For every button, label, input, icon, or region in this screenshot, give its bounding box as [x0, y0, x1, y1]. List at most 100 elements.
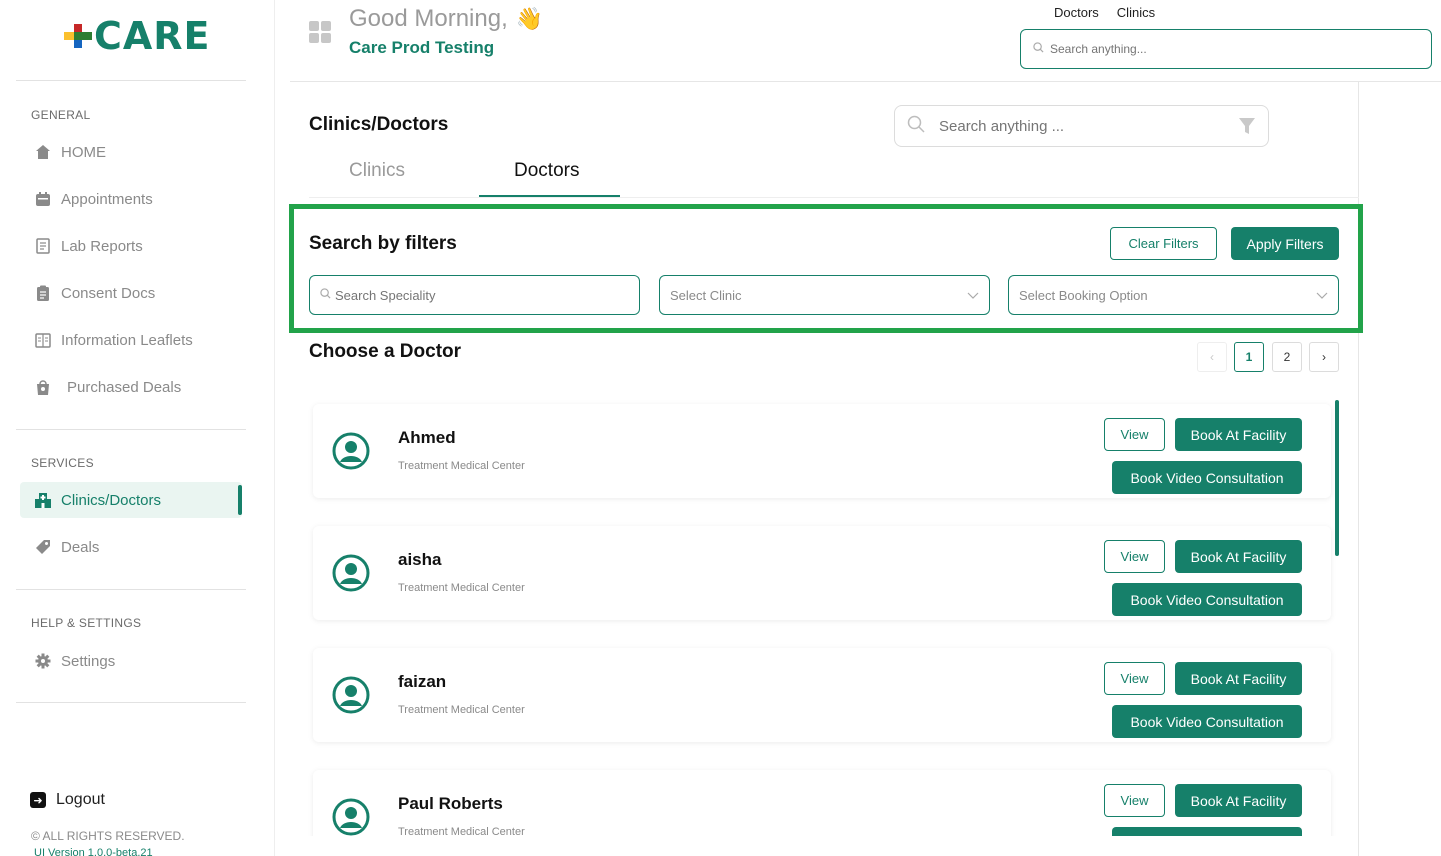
speciality-search-field[interactable]	[309, 275, 640, 315]
doctor-card: faizan Treatment Medical Center View Boo…	[313, 648, 1331, 742]
section-help-settings: HELP & SETTINGS	[31, 616, 142, 630]
care-logo[interactable]: CARE	[64, 14, 211, 58]
book-video-button[interactable]: Book Video Consultation	[1112, 461, 1302, 494]
doctor-name[interactable]: aisha	[398, 550, 441, 570]
pagination-page-2[interactable]: 2	[1272, 342, 1302, 372]
grid-menu-icon[interactable]	[309, 21, 331, 43]
pagination-next[interactable]: ›	[1309, 342, 1339, 372]
clinic-select-placeholder: Select Clinic	[670, 287, 742, 303]
list-scrollbar[interactable]	[1335, 400, 1339, 556]
sidebar-divider	[16, 702, 246, 703]
home-icon	[34, 143, 52, 161]
top-link-clinics[interactable]: Clinics	[1117, 5, 1155, 20]
app-root: CARE GENERAL HOME Appointments Lab Repor…	[0, 0, 1441, 856]
book-video-button[interactable]: Book Video Consultation	[1112, 827, 1302, 836]
main-search[interactable]	[894, 105, 1269, 147]
top-link-doctors[interactable]: Doctors	[1054, 5, 1099, 20]
waving-hand-icon: 👋	[515, 6, 544, 31]
top-links: Doctors Clinics	[1054, 5, 1155, 20]
tab-doctors[interactable]: Doctors	[514, 160, 579, 182]
sidebar-item-settings[interactable]: Settings	[20, 643, 242, 679]
view-button[interactable]: View	[1104, 784, 1165, 817]
doctor-clinic: Treatment Medical Center	[398, 582, 525, 594]
doctor-list: Ahmed Treatment Medical Center View Book…	[300, 395, 1345, 836]
doctor-clinic: Treatment Medical Center	[398, 460, 525, 472]
sidebar-item-label: Clinics/Doctors	[61, 491, 162, 509]
sidebar: CARE GENERAL HOME Appointments Lab Repor…	[0, 0, 275, 856]
sidebar-item-label: Consent Docs	[61, 284, 156, 302]
sidebar-item-label: Purchased Deals	[67, 378, 182, 396]
sidebar-item-information-leaflets[interactable]: Information Leaflets	[20, 322, 242, 358]
sidebar-item-home[interactable]: HOME	[20, 134, 242, 170]
book-facility-button[interactable]: Book At Facility	[1175, 540, 1302, 573]
speciality-search-input[interactable]	[335, 287, 595, 303]
section-general: GENERAL	[31, 108, 91, 122]
logout-icon: ➜	[30, 792, 46, 808]
doctor-clinic: Treatment Medical Center	[398, 704, 525, 716]
lab-report-icon	[34, 237, 52, 255]
filters-panel: Search by filters Clear Filters Apply Fi…	[289, 204, 1363, 333]
header-search-input[interactable]	[1050, 42, 1410, 56]
copyright-text: © ALL RIGHTS RESERVED.	[31, 829, 185, 843]
section-services: SERVICES	[31, 456, 94, 470]
book-video-button[interactable]: Book Video Consultation	[1112, 705, 1302, 738]
header-divider	[290, 81, 1441, 82]
tabs-baseline	[309, 197, 1359, 198]
sidebar-item-appointments[interactable]: Appointments	[20, 181, 242, 217]
tag-icon	[34, 538, 52, 556]
sidebar-item-purchased-deals[interactable]: Purchased Deals	[20, 369, 242, 405]
search-icon	[1033, 40, 1044, 58]
sidebar-item-label: Appointments	[61, 190, 153, 208]
doctor-clinic: Treatment Medical Center	[398, 826, 525, 836]
book-video-button[interactable]: Book Video Consultation	[1112, 583, 1302, 616]
doctor-name[interactable]: Ahmed	[398, 428, 456, 448]
booking-option-select[interactable]: Select Booking Option	[1008, 275, 1339, 315]
choose-doctor-title: Choose a Doctor	[309, 341, 462, 362]
active-tab-indicator	[479, 195, 620, 197]
logout-button[interactable]: ➜ Logout	[30, 791, 105, 809]
sidebar-item-lab-reports[interactable]: Lab Reports	[20, 228, 242, 264]
sidebar-item-label: Information Leaflets	[61, 331, 193, 349]
organization-name: Care Prod Testing	[349, 38, 495, 57]
clinic-select[interactable]: Select Clinic	[659, 275, 990, 315]
book-facility-button[interactable]: Book At Facility	[1175, 784, 1302, 817]
sidebar-item-label: Settings	[61, 652, 116, 670]
doctor-name[interactable]: Paul Roberts	[398, 794, 503, 814]
sidebar-item-label: Lab Reports	[61, 237, 143, 255]
sidebar-divider	[16, 429, 246, 430]
view-button[interactable]: View	[1104, 662, 1165, 695]
brand-name: CARE	[94, 14, 211, 58]
user-avatar-icon	[332, 432, 370, 475]
plus-logo-icon	[64, 22, 92, 50]
chevron-down-icon	[967, 288, 979, 306]
pagination-prev[interactable]: ‹	[1197, 342, 1227, 372]
book-facility-button[interactable]: Book At Facility	[1175, 418, 1302, 451]
sidebar-item-clinics-doctors[interactable]: Clinics/Doctors	[20, 482, 242, 518]
user-avatar-icon	[332, 798, 370, 836]
booking-option-placeholder: Select Booking Option	[1019, 287, 1148, 303]
sidebar-item-consent-docs[interactable]: Consent Docs	[20, 275, 242, 311]
main-search-input[interactable]	[939, 117, 1229, 135]
chevron-down-icon	[1316, 288, 1328, 306]
filter-icon[interactable]	[1238, 117, 1256, 140]
content-right-border	[1358, 82, 1359, 856]
search-icon	[320, 286, 331, 304]
sidebar-item-deals[interactable]: Deals	[20, 529, 242, 565]
sidebar-item-label: Deals	[61, 538, 100, 556]
book-facility-button[interactable]: Book At Facility	[1175, 662, 1302, 695]
ui-version: UI Version 1.0.0-beta.21	[34, 847, 153, 856]
doctor-name[interactable]: faizan	[398, 672, 446, 692]
view-button[interactable]: View	[1104, 540, 1165, 573]
apply-filters-button[interactable]: Apply Filters	[1231, 227, 1339, 260]
user-avatar-icon	[332, 554, 370, 597]
tab-clinics[interactable]: Clinics	[349, 160, 405, 182]
clipboard-icon	[34, 284, 52, 302]
sidebar-divider	[16, 80, 246, 81]
header-search[interactable]	[1020, 29, 1432, 69]
greeting: Good Morning, 👋	[349, 5, 543, 33]
view-button[interactable]: View	[1104, 418, 1165, 451]
deal-bag-icon	[34, 378, 52, 396]
clear-filters-button[interactable]: Clear Filters	[1110, 227, 1217, 260]
pagination-page-1[interactable]: 1	[1234, 342, 1264, 372]
page-title: Clinics/Doctors	[309, 114, 449, 135]
